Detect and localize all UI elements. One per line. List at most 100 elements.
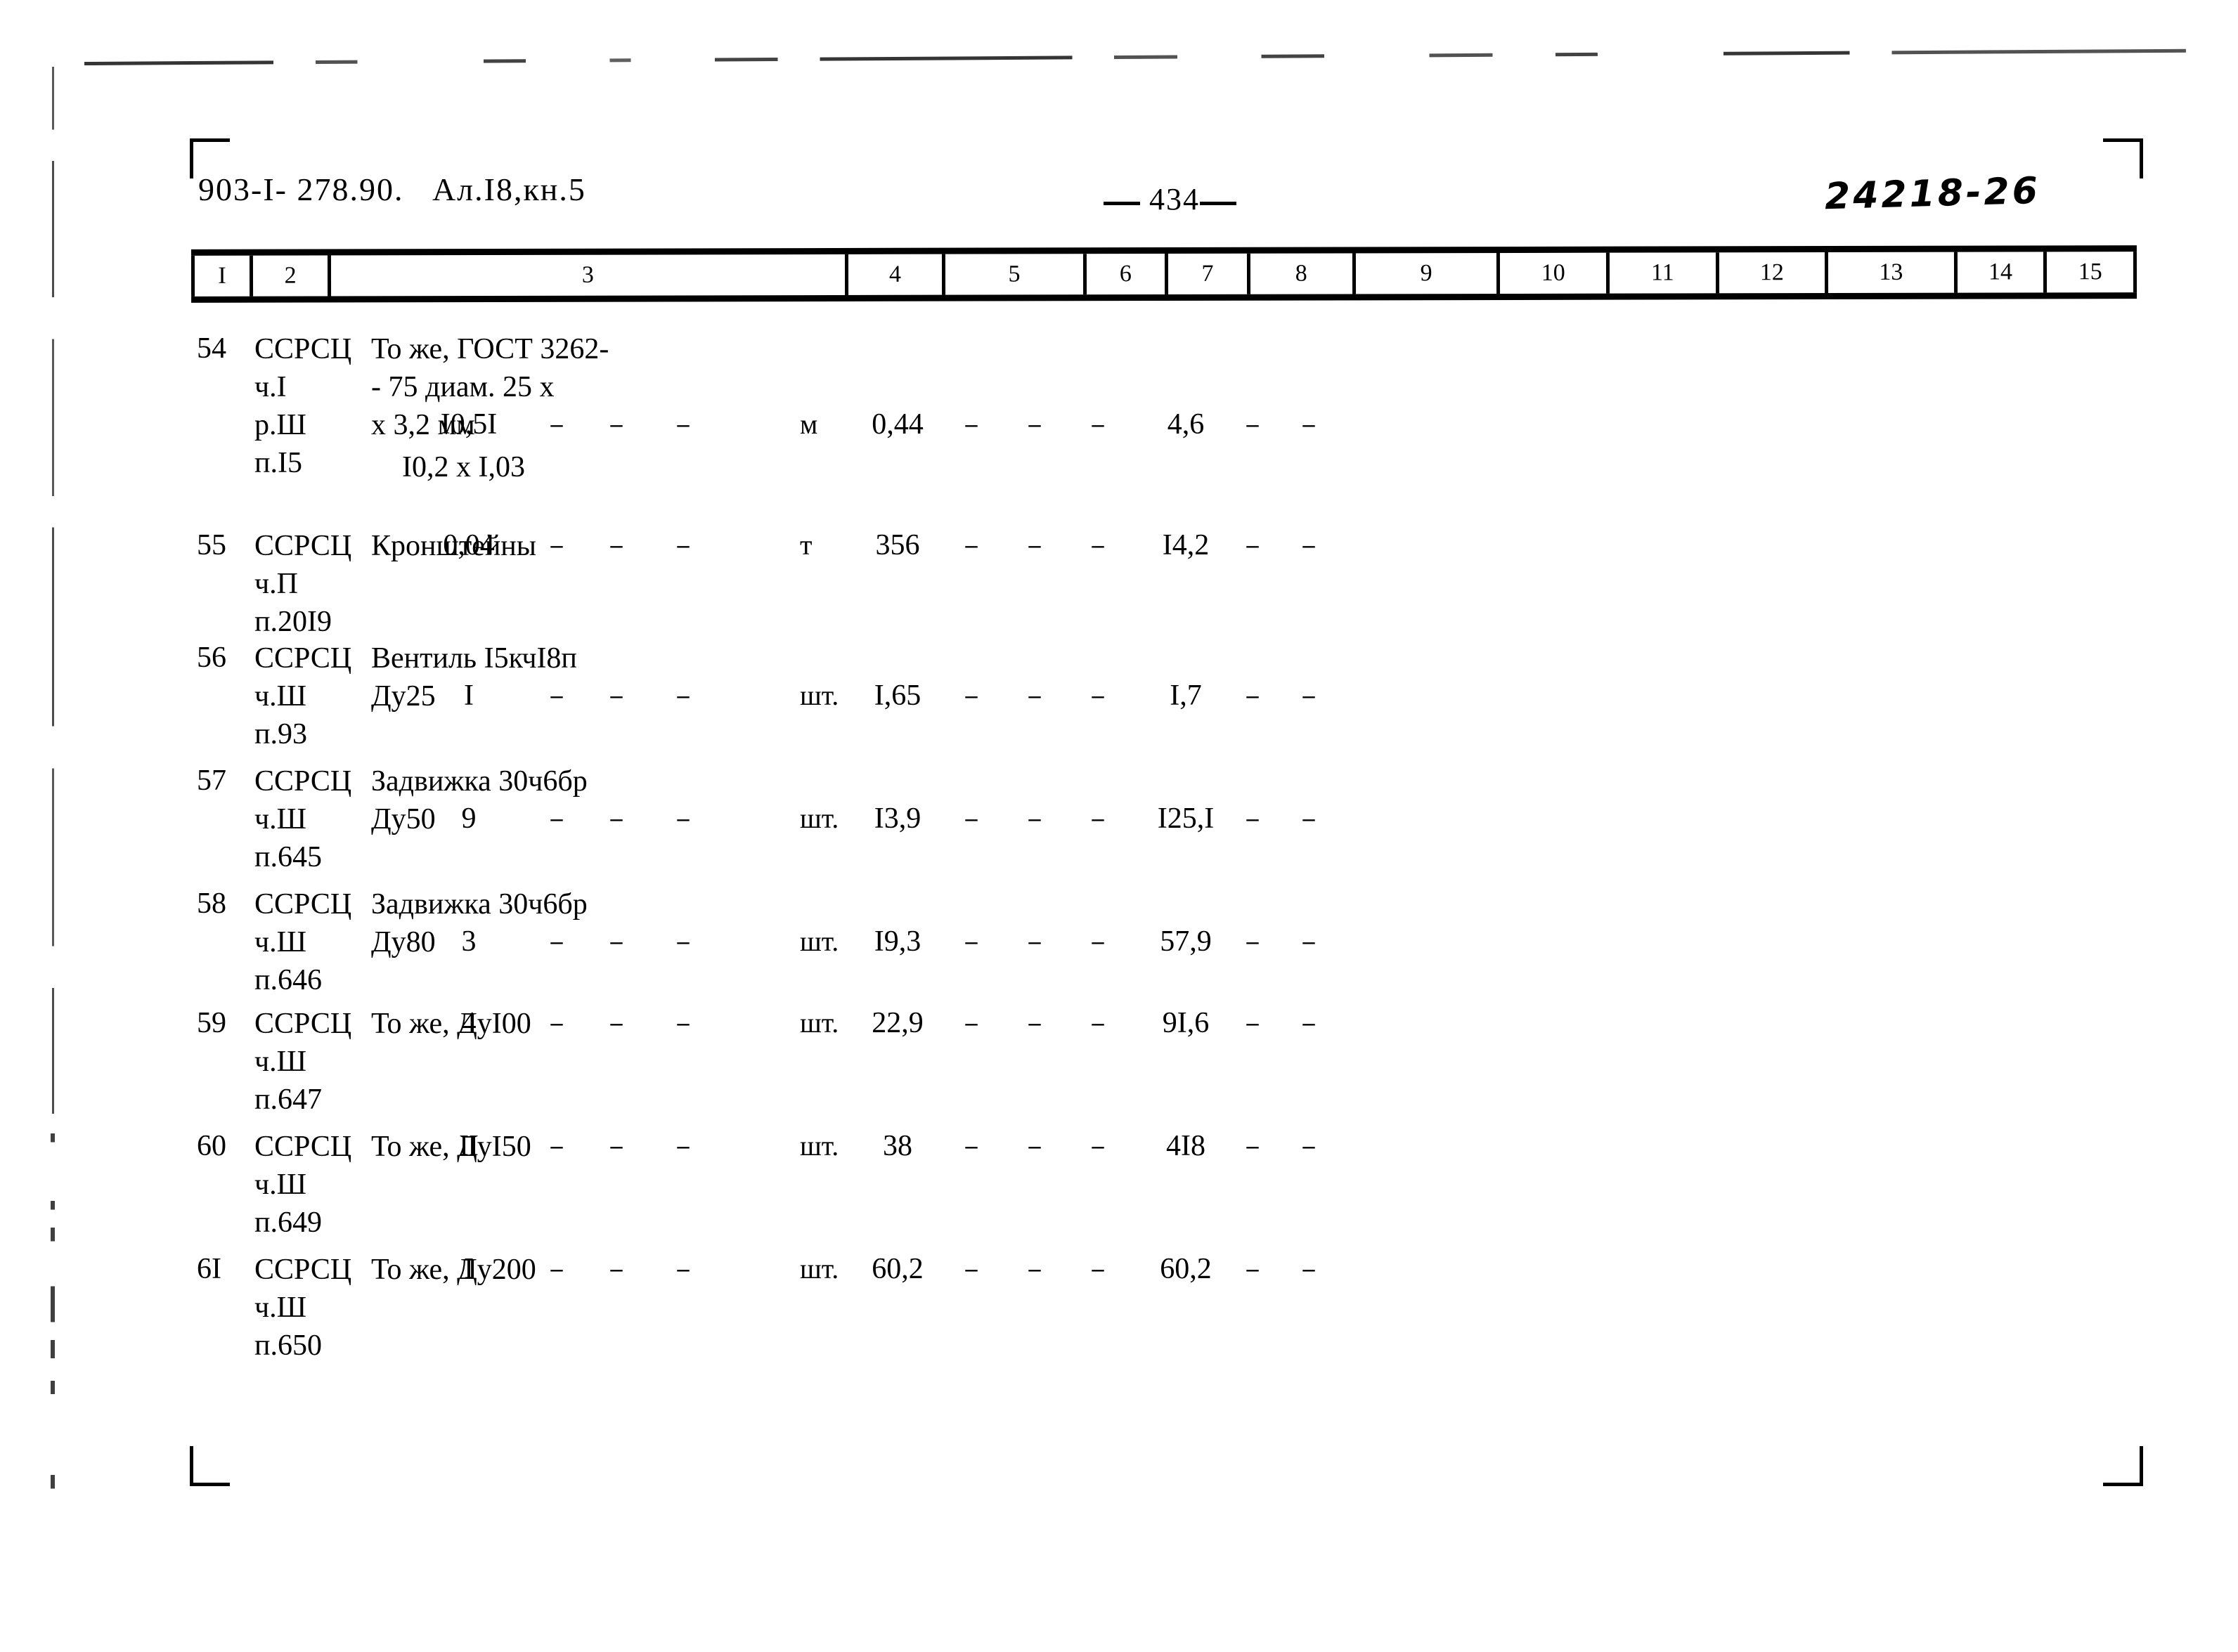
row-value-col-9: I,65 xyxy=(874,679,921,712)
row-unit: шт. xyxy=(800,802,839,834)
row-value-col-5: I xyxy=(464,679,474,712)
column-header-15: 15 xyxy=(2043,252,2137,293)
row-value-col-6: – xyxy=(550,682,563,708)
scan-edge-artifact-top xyxy=(84,48,2186,65)
row-value-col-10: – xyxy=(965,411,978,437)
row-value-col-7: – xyxy=(610,928,623,954)
row-value-col-5: 9 xyxy=(461,802,477,835)
row-value-col-12: – xyxy=(1092,532,1104,558)
row-value-col-11: – xyxy=(1028,532,1041,558)
row-value-col-10: – xyxy=(965,1256,978,1282)
row-value-col-11: – xyxy=(1028,682,1041,708)
row-value-col-13: 60,2 xyxy=(1160,1253,1212,1285)
row-value-col-13: 57,9 xyxy=(1160,925,1212,958)
column-header-8: 8 xyxy=(1246,253,1352,294)
row-source-code: ССРСЦ ч.Ш п.650 xyxy=(254,1254,352,1362)
row-value-col-7: – xyxy=(610,532,623,558)
column-header-13: 13 xyxy=(1825,252,1954,294)
row-value-col-8: – xyxy=(677,1256,690,1282)
row-value-col-8: – xyxy=(677,805,690,831)
row-value-col-7: – xyxy=(610,805,623,831)
document-page: 903-I- 278.90. Ал.I8,кн.5 434 24218-26 I… xyxy=(0,0,2238,1652)
row-value-col-7: – xyxy=(610,1256,623,1282)
row-source-code: ССРСЦ ч.Ш п.645 xyxy=(254,765,352,873)
row-value-col-6: – xyxy=(550,805,563,831)
row-value-col-9: 356 xyxy=(875,529,920,561)
row-value-col-8: – xyxy=(677,682,690,708)
row-value-col-10: – xyxy=(965,682,978,708)
row-value-col-15: – xyxy=(1302,532,1315,558)
table-row: 6I ССРСЦ ч.Ш п.650 То же, Ду200 шт. I – – – 60,2… xyxy=(191,1251,2137,1426)
row-value-col-12: – xyxy=(1092,411,1104,437)
row-value-col-15: – xyxy=(1302,411,1315,437)
row-value-col-14: – xyxy=(1246,682,1259,708)
row-number: 59 xyxy=(197,1007,226,1039)
row-value-col-5: 4 xyxy=(461,1007,477,1039)
row-value-col-14: – xyxy=(1246,1133,1259,1159)
row-number: 58 xyxy=(197,887,226,920)
row-value-col-13: I,7 xyxy=(1170,679,1202,712)
row-description: То же, Ду200 xyxy=(371,1254,536,1286)
row-unit: шт. xyxy=(800,1130,839,1162)
row-value-col-6: – xyxy=(550,928,563,954)
row-value-col-5: I0,5I xyxy=(440,408,498,441)
page-number-value: 434 xyxy=(1149,182,1200,216)
row-value-col-12: – xyxy=(1092,928,1104,954)
scan-edge-artifact-left xyxy=(52,67,54,1114)
page-number-dash-left xyxy=(1104,202,1140,205)
row-value-col-13: 4I8 xyxy=(1166,1130,1205,1162)
row-value-col-8: – xyxy=(677,1010,690,1036)
row-value-col-9: 0,44 xyxy=(872,408,924,441)
document-code-header: 903-I- 278.90. Ал.I8,кн.5 xyxy=(198,171,586,207)
row-number: 57 xyxy=(197,765,226,797)
column-header-10: 10 xyxy=(1496,252,1607,294)
row-value-col-14: – xyxy=(1246,928,1259,954)
row-value-col-11: – xyxy=(1028,1256,1041,1282)
row-value-col-7: – xyxy=(610,411,623,437)
row-number: 60 xyxy=(197,1130,226,1162)
row-value-col-10: – xyxy=(965,1010,978,1036)
registration-mark-top-right xyxy=(2103,138,2143,178)
row-value-col-11: – xyxy=(1028,928,1041,954)
row-value-col-7: – xyxy=(610,1133,623,1159)
row-value-col-7: – xyxy=(610,682,623,708)
row-number: 56 xyxy=(197,642,226,674)
row-value-col-9: I9,3 xyxy=(874,925,921,958)
row-value-col-9: 22,9 xyxy=(872,1007,924,1039)
row-value-col-6: – xyxy=(550,1256,563,1282)
row-value-col-10: – xyxy=(965,805,978,831)
row-value-col-8: – xyxy=(677,411,690,437)
table-column-header-row: I 2 3 4 5 6 7 8 9 10 11 12 13 14 15 xyxy=(190,245,2137,303)
row-value-col-10: – xyxy=(965,532,978,558)
row-value-col-13: I4,2 xyxy=(1162,529,1210,561)
row-source-code: ССРСЦ ч.I р.Ш п.I5 xyxy=(254,333,352,479)
row-source-code: ССРСЦ ч.Ш п.646 xyxy=(254,888,352,996)
row-value-col-5: 3 xyxy=(461,925,477,958)
row-value-col-14: – xyxy=(1246,1010,1259,1036)
registration-mark-bottom-right xyxy=(2103,1446,2143,1486)
row-unit: шт. xyxy=(800,679,839,711)
row-source-code: ССРСЦ ч.Ш п.649 xyxy=(254,1131,352,1239)
column-header-2: 2 xyxy=(250,255,328,297)
row-description: То же, ДуI00 xyxy=(371,1008,531,1040)
row-unit: шт. xyxy=(800,1253,839,1284)
table-row: 54 ССРСЦ ч.I р.Ш п.I5 То же, ГОСТ 3262- - … xyxy=(191,330,2137,506)
page-number-dash-right xyxy=(1200,202,1236,205)
row-description: То же, ДуI50 xyxy=(371,1131,531,1163)
column-header-7: 7 xyxy=(1165,253,1247,294)
row-unit: шт. xyxy=(800,925,839,957)
row-value-col-12: – xyxy=(1092,1133,1104,1159)
row-number: 6I xyxy=(197,1253,221,1285)
row-value-col-15: – xyxy=(1302,682,1315,708)
registration-mark-bottom-left xyxy=(190,1446,230,1486)
row-value-col-9: I3,9 xyxy=(874,802,921,835)
row-value-col-8: – xyxy=(677,532,690,558)
row-value-col-7: – xyxy=(610,1010,623,1036)
row-description-extra: I0,2 х I,03 xyxy=(402,451,525,483)
row-number: 54 xyxy=(197,332,226,365)
row-value-col-15: – xyxy=(1302,928,1315,954)
row-value-col-15: – xyxy=(1302,1256,1315,1282)
row-value-col-10: – xyxy=(965,1133,978,1159)
row-value-col-13: 9I,6 xyxy=(1162,1007,1210,1039)
row-value-col-14: – xyxy=(1246,805,1259,831)
